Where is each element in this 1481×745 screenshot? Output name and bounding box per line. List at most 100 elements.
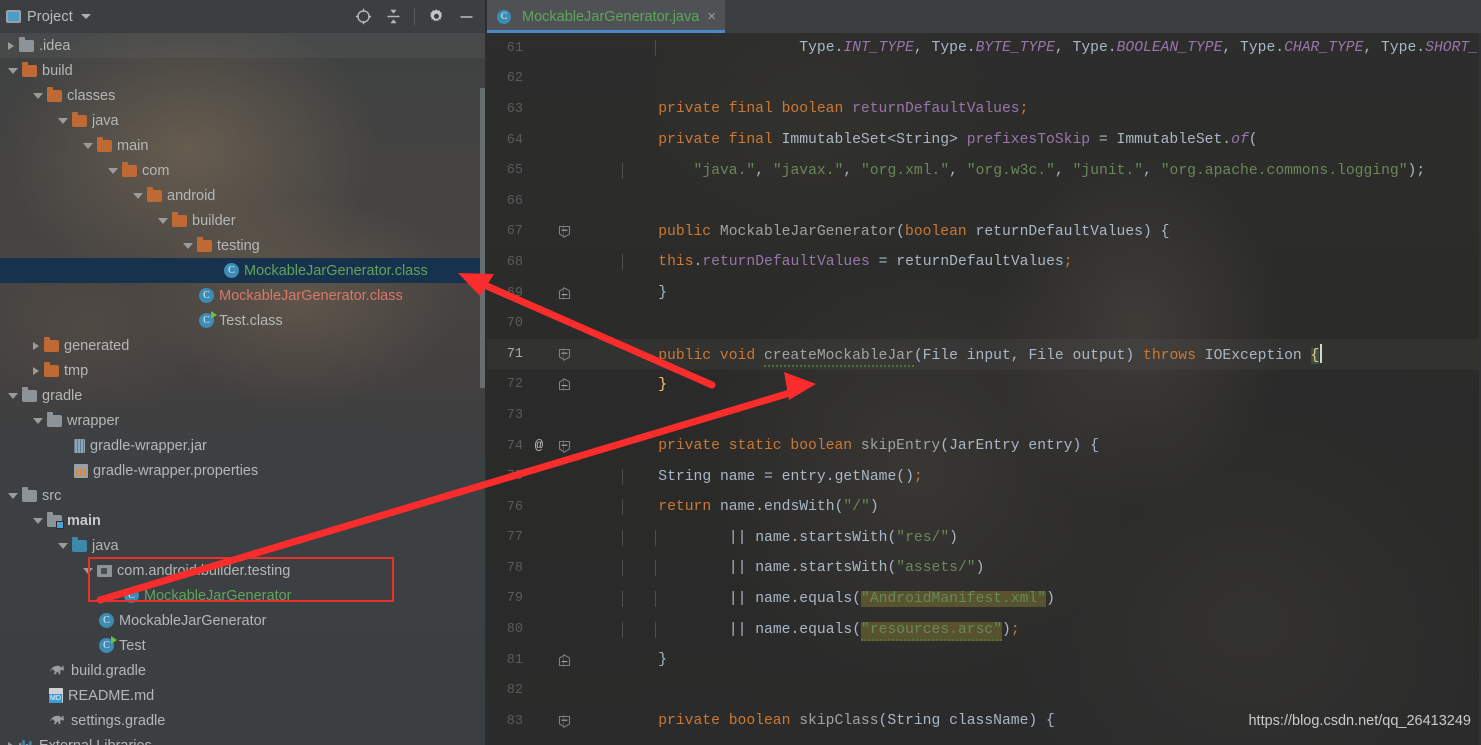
code-line[interactable]: 64 private final ImmutableSet<String> pre… [487, 125, 1481, 156]
chevron-right-icon[interactable] [33, 341, 39, 350]
project-tree[interactable]: .idea build classes java main com android build… [0, 33, 487, 745]
chevron-down-icon[interactable] [183, 242, 193, 249]
code-line[interactable]: 82 [487, 675, 1481, 706]
fold-gutter[interactable] [551, 225, 577, 239]
tree-item[interactable]: src [0, 483, 487, 508]
tree-item[interactable]: External Libraries [0, 733, 487, 745]
tree-item[interactable]: testing [0, 233, 487, 258]
tree-item[interactable]: gradle-wrapper.jar [0, 433, 487, 458]
code-line[interactable]: 67 public MockableJarGenerator(boolean re… [487, 217, 1481, 248]
annotation-gutter-marker[interactable]: @ [527, 438, 551, 454]
code-text: this.returnDefaultValues = returnDefault… [577, 254, 1481, 271]
minimize-icon[interactable] [453, 4, 479, 30]
code-token: skipEntry [860, 438, 941, 455]
tree-item[interactable]: C Test [0, 633, 487, 658]
chevron-down-icon[interactable] [8, 67, 18, 74]
code-token: ImmutableSet<String> [781, 132, 967, 149]
tree-item[interactable]: C Test.class [0, 308, 487, 333]
code-editor[interactable]: 61 Type.INT_TYPE, Type.BYTE_TYPE, Type.B… [487, 33, 1481, 745]
fold-gutter[interactable] [551, 347, 577, 361]
tree-item[interactable]: gradle [0, 383, 487, 408]
tree-item[interactable]: generated [0, 333, 487, 358]
code-line[interactable]: 72} [487, 370, 1481, 401]
chevron-down-icon[interactable] [33, 92, 43, 99]
code-token: , [1054, 162, 1073, 179]
fold-gutter[interactable] [551, 378, 577, 392]
tree-item[interactable]: C MockableJarGenerator.class [0, 283, 487, 308]
tree-item[interactable]: com [0, 158, 487, 183]
tree-item[interactable]: main [0, 508, 487, 533]
code-line[interactable]: 65 "java.", "javax.", "org.xml.", "org.w… [487, 155, 1481, 186]
code-line[interactable]: 62 [487, 64, 1481, 95]
fold-end-icon[interactable] [558, 654, 571, 667]
chevron-right-icon[interactable] [8, 41, 14, 50]
code-line[interactable]: 63 private final boolean returnDefaultVal… [487, 94, 1481, 125]
code-line[interactable]: 61 Type.INT_TYPE, Type.BYTE_TYPE, Type.B… [487, 33, 1481, 64]
tree-item[interactable]: builder [0, 208, 487, 233]
locate-icon[interactable] [350, 4, 376, 30]
chevron-right-icon[interactable] [33, 366, 39, 375]
tree-item[interactable]: classes [0, 83, 487, 108]
chevron-down-icon[interactable] [8, 492, 18, 499]
tab-mockablejargenerator-java[interactable]: C MockableJarGenerator.java × [487, 0, 726, 33]
fold-start-icon[interactable] [558, 348, 571, 361]
tree-item[interactable]: build [0, 58, 487, 83]
code-line[interactable]: 66 [487, 186, 1481, 217]
chevron-down-icon[interactable] [80, 14, 91, 19]
chevron-down-icon[interactable] [58, 117, 68, 124]
fold-gutter[interactable] [551, 714, 577, 728]
chevron-down-icon[interactable] [108, 167, 118, 174]
fold-gutter[interactable] [551, 286, 577, 300]
chevron-down-icon[interactable] [58, 542, 68, 549]
code-line[interactable]: 68 this.returnDefaultValues = returnDefa… [487, 247, 1481, 278]
code-line[interactable]: 73 [487, 400, 1481, 431]
tree-item[interactable]: java [0, 533, 487, 558]
settings-gear-icon[interactable] [423, 4, 449, 30]
code-line[interactable]: 69} [487, 278, 1481, 309]
code-line[interactable]: 80 || name.equals("resources.arsc"); [487, 614, 1481, 645]
tree-item[interactable]: C MockableJarGenerator.class [0, 258, 487, 283]
tree-item[interactable]: C MockableJarGenerator [0, 583, 487, 608]
code-line[interactable]: 78 || name.startsWith("assets/") [487, 553, 1481, 584]
fold-end-icon[interactable] [558, 378, 571, 391]
collapse-all-icon[interactable] [380, 4, 406, 30]
code-line[interactable]: 71 public void createMockableJar(File inp… [487, 339, 1481, 370]
code-line[interactable]: 70 [487, 308, 1481, 339]
tree-item[interactable]: build.gradle [0, 658, 487, 683]
tree-item[interactable]: C MockableJarGenerator [0, 608, 487, 633]
tree-item[interactable]: main [0, 133, 487, 158]
chevron-down-icon[interactable] [83, 567, 93, 574]
tree-item[interactable]: wrapper [0, 408, 487, 433]
tree-item[interactable]: android [0, 183, 487, 208]
fold-start-icon[interactable] [558, 440, 571, 453]
fold-gutter[interactable] [551, 653, 577, 667]
fold-end-icon[interactable] [558, 286, 571, 300]
code-line[interactable]: 81} [487, 645, 1481, 676]
tree-item[interactable]: settings.gradle [0, 708, 487, 733]
code-token: ( [1248, 132, 1258, 149]
chevron-down-icon[interactable] [33, 517, 43, 524]
close-icon[interactable]: × [707, 9, 716, 24]
chevron-right-icon[interactable] [8, 741, 14, 745]
chevron-down-icon[interactable] [8, 392, 18, 399]
tree-item[interactable]: tmp [0, 358, 487, 383]
fold-start-icon[interactable] [558, 225, 571, 239]
code-line[interactable]: 75 String name = entry.getName(); [487, 461, 1481, 492]
tree-item[interactable]: .idea [0, 33, 487, 58]
chevron-down-icon[interactable] [33, 417, 43, 424]
tree-item[interactable]: gradle-wrapper.properties [0, 458, 487, 483]
code-line[interactable]: 76 return name.endsWith("/") [487, 492, 1481, 523]
project-title-group[interactable]: Project [0, 9, 91, 25]
code-line[interactable]: 74 @ private static boolean skipEntry(JarE… [487, 431, 1481, 462]
code-line[interactable]: 79 || name.equals("AndroidManifest.xml") [487, 584, 1481, 615]
code-line[interactable]: 77 || name.startsWith("res/") [487, 523, 1481, 554]
tree-item[interactable]: README.md [0, 683, 487, 708]
chevron-down-icon[interactable] [158, 217, 168, 224]
chevron-down-icon[interactable] [83, 142, 93, 149]
tree-item[interactable]: com.android.builder.testing [0, 558, 487, 583]
fold-gutter[interactable] [551, 439, 577, 453]
chevron-down-icon[interactable] [133, 192, 143, 199]
fold-start-icon[interactable] [558, 715, 571, 728]
tree-item[interactable]: java [0, 108, 487, 133]
